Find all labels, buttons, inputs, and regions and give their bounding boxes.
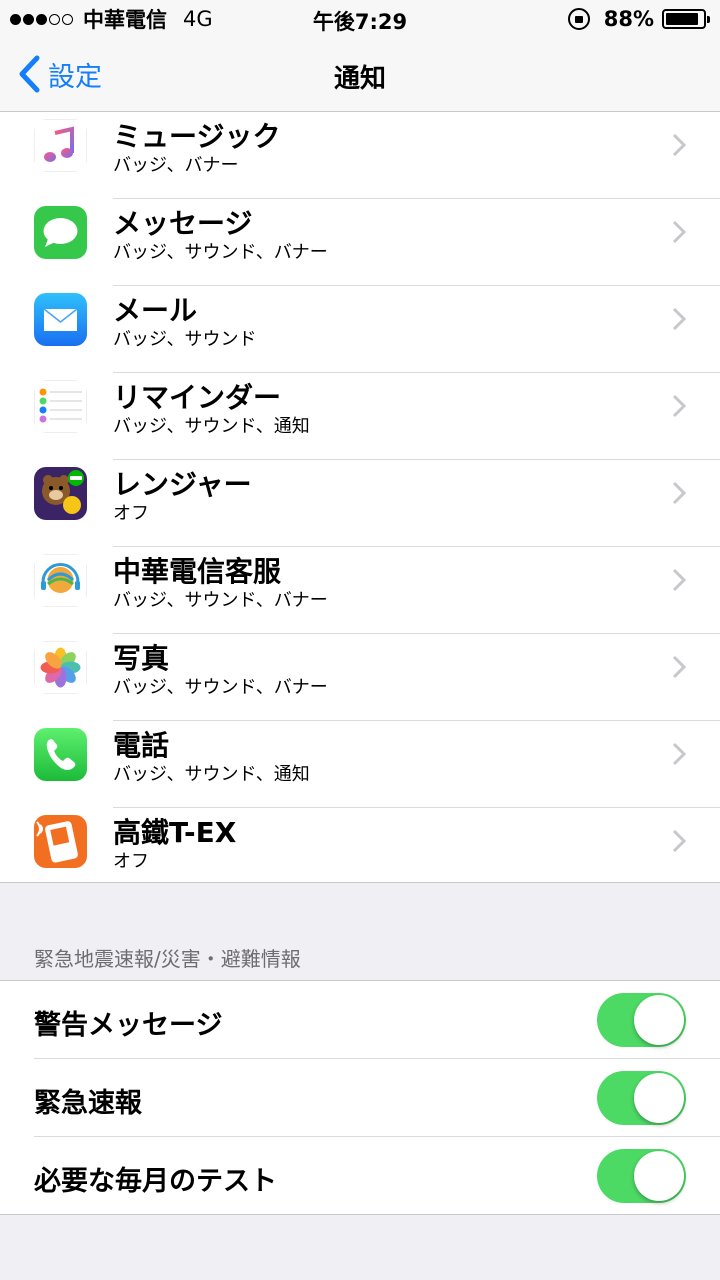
warning-messages-toggle[interactable]	[597, 993, 686, 1047]
app-notification-summary: バッジ、サウンド、バナー	[113, 590, 328, 611]
status-bar: 中華電信 4G 午後7:29 88%	[0, 0, 720, 38]
battery-percent: 88%	[603, 7, 654, 31]
phone-icon	[34, 728, 87, 781]
chevron-right-icon	[672, 829, 686, 853]
page-title: 通知	[333, 64, 386, 94]
app-name: メッセージ	[113, 207, 253, 240]
toggle-row-monthly-test: 必要な毎月のテスト	[0, 1137, 720, 1215]
toggle-knob	[634, 1073, 684, 1123]
app-row-reminders[interactable]: リマインダー バッジ、サウンド、通知	[0, 373, 720, 460]
chevron-right-icon	[672, 133, 686, 157]
photos-icon	[34, 641, 87, 694]
thsr-tex-icon	[34, 815, 87, 868]
toggle-row-emergency-alerts: 緊急速報	[0, 1059, 720, 1137]
app-notification-summary: オフ	[113, 851, 149, 872]
emergency-alerts-toggle[interactable]	[597, 1071, 686, 1125]
app-notification-summary: バッジ、バナー	[113, 155, 239, 176]
navigation-bar: 設定 通知	[0, 38, 720, 112]
toggle-row-warning-messages: 警告メッセージ	[0, 981, 720, 1059]
status-right: 88%	[567, 6, 710, 32]
toggle-knob	[634, 995, 684, 1045]
app-row-thsr-tex[interactable]: 高鐵T-EX オフ	[0, 808, 720, 882]
chevron-right-icon	[672, 307, 686, 331]
app-name: 高鐵T-EX	[113, 816, 237, 849]
emergency-toggle-group: 警告メッセージ 緊急速報 必要な毎月のテスト	[0, 980, 720, 1215]
app-notification-summary: バッジ、サウンド	[113, 329, 257, 350]
app-notification-summary: バッジ、サウンド、バナー	[113, 242, 328, 263]
messages-icon	[34, 206, 87, 259]
app-name: ミュージック	[113, 120, 281, 153]
app-row-messages[interactable]: メッセージ バッジ、サウンド、バナー	[0, 199, 720, 286]
music-icon	[34, 119, 87, 172]
chevron-right-icon	[672, 742, 686, 766]
app-row-cht-service[interactable]: 中華電信客服 バッジ、サウンド、バナー	[0, 547, 720, 634]
reminders-icon	[34, 380, 87, 433]
toggle-label: 警告メッセージ	[34, 1010, 223, 1041]
toggle-label: 緊急速報	[34, 1088, 142, 1119]
monthly-test-toggle[interactable]	[597, 1149, 686, 1203]
chevron-right-icon	[672, 394, 686, 418]
app-row-phone[interactable]: 電話 バッジ、サウンド、通知	[0, 721, 720, 808]
app-row-music[interactable]: ミュージック バッジ、バナー	[0, 112, 720, 199]
app-name: 電話	[113, 729, 170, 762]
app-name: メール	[113, 294, 198, 327]
mail-icon	[34, 293, 87, 346]
line-ranger-icon	[34, 467, 87, 520]
chevron-right-icon	[672, 568, 686, 592]
chevron-right-icon	[672, 655, 686, 679]
app-notification-list: ミュージック バッジ、バナー メッセージ バッジ、サウンド、バナー メール バッ…	[0, 112, 720, 883]
battery-fill	[666, 13, 698, 25]
section-header-emergency: 緊急地震速報/災害・避難情報	[34, 947, 301, 971]
chevron-right-icon	[672, 481, 686, 505]
app-notification-summary: オフ	[113, 503, 149, 524]
app-row-mail[interactable]: メール バッジ、サウンド	[0, 286, 720, 373]
toggle-knob	[634, 1151, 684, 1201]
app-name: リマインダー	[113, 381, 282, 414]
app-name: 中華電信客服	[113, 555, 282, 588]
app-notification-summary: バッジ、サウンド、バナー	[113, 677, 328, 698]
app-notification-summary: バッジ、サウンド、通知	[113, 764, 310, 785]
app-notification-summary: バッジ、サウンド、通知	[113, 416, 310, 437]
app-name: 写真	[113, 642, 170, 675]
app-name: レンジャー	[113, 468, 252, 501]
cht-service-icon	[34, 554, 87, 607]
app-row-photos[interactable]: 写真 バッジ、サウンド、バナー	[0, 634, 720, 721]
battery-icon	[662, 9, 710, 29]
toggle-label: 必要な毎月のテスト	[34, 1166, 277, 1197]
app-row-ranger[interactable]: レンジャー オフ	[0, 460, 720, 547]
chevron-right-icon	[672, 220, 686, 244]
orientation-lock-icon	[567, 8, 590, 30]
